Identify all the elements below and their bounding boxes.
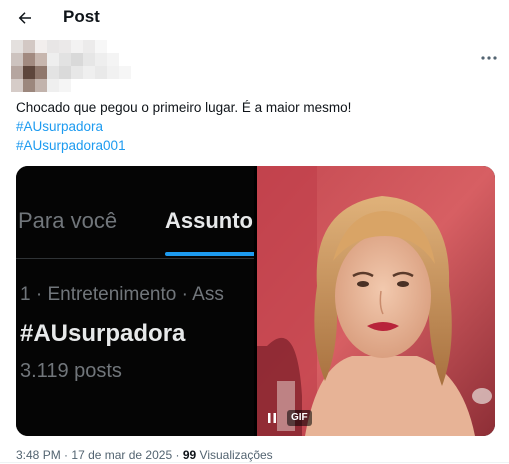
screenshot-trend-count: 3.119 posts: [20, 360, 122, 382]
screenshot-trend-meta: 1 · Entretenimento · Ass: [20, 284, 224, 305]
hashtag-link[interactable]: #AUsurpadora: [16, 117, 103, 136]
post-date[interactable]: 17 de mar de 2025: [71, 448, 172, 462]
views-label: Visualizações: [199, 448, 273, 462]
gif-badge: GIF: [287, 410, 312, 426]
more-options-button[interactable]: [478, 51, 500, 65]
pause-button[interactable]: [265, 410, 279, 426]
tweet-text: Chocado que pegou o primeiro lugar. É a …: [16, 100, 352, 115]
media-gif[interactable]: GIF: [257, 166, 495, 436]
post-time[interactable]: 3:48 PM: [16, 448, 61, 462]
views-count: 99: [182, 448, 197, 462]
screenshot-tab-for-you: Para você: [18, 208, 118, 233]
divider: [0, 462, 509, 463]
screenshot-divider: [16, 258, 254, 259]
pause-icon: [268, 413, 276, 423]
arrow-left-icon: [18, 12, 31, 24]
gif-frame-image: [257, 166, 495, 436]
media-image-screenshot[interactable]: Para você Assunto 1 · Entretenimento · A…: [16, 166, 254, 436]
page-title: Post: [63, 7, 100, 26]
screenshot-tab-indicator: [165, 252, 254, 256]
more-horizontal-icon: [481, 56, 497, 60]
avatar[interactable]: [11, 40, 131, 92]
screenshot-tab-trending: Assunto: [165, 208, 253, 233]
screenshot-trend-name: #AUsurpadora: [20, 320, 186, 347]
post-meta: 3:48 PM · 17 de mar de 2025 · 99 Visuali…: [16, 447, 273, 463]
back-button[interactable]: [10, 5, 40, 31]
hashtag-link[interactable]: #AUsurpadora001: [16, 136, 126, 155]
pixelated-avatar-image: [11, 40, 131, 92]
separator-dot: ·: [175, 448, 183, 462]
media-grid: Para você Assunto 1 · Entretenimento · A…: [16, 166, 495, 436]
